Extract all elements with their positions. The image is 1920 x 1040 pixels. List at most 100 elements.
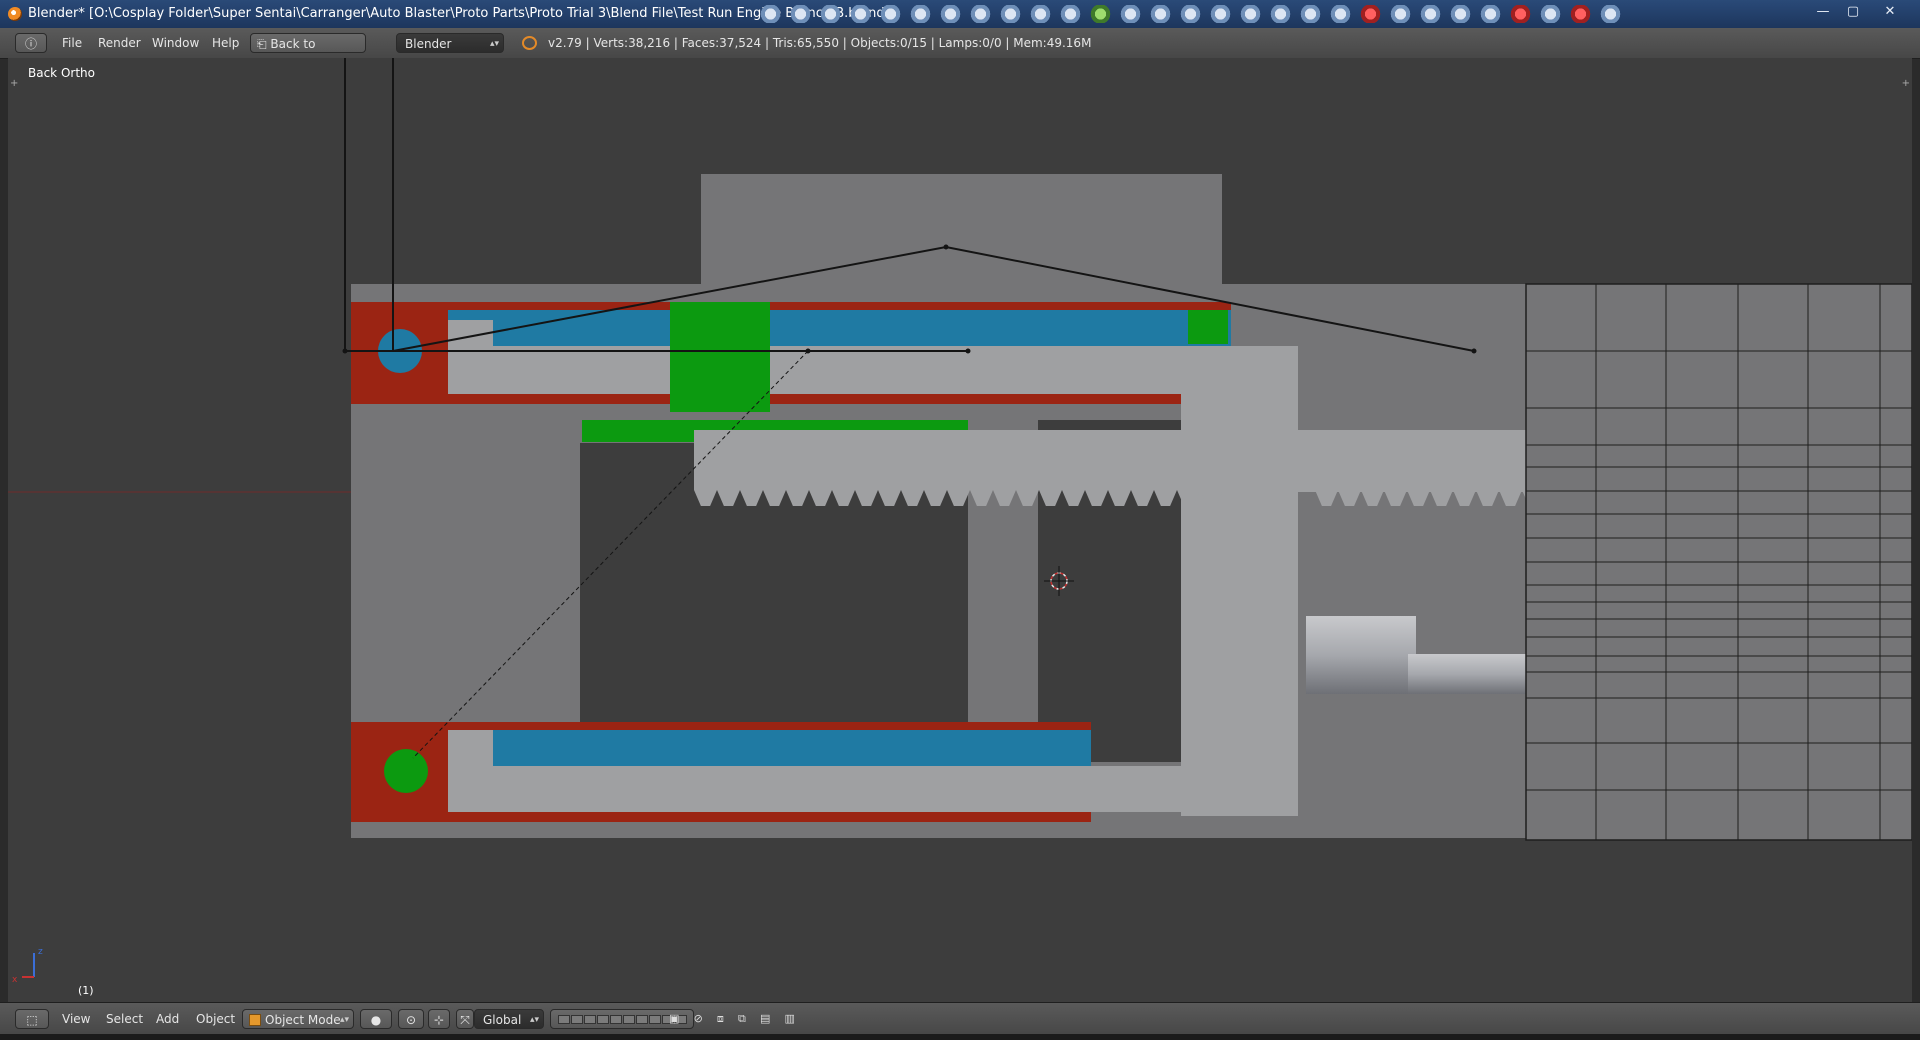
- upper-slide-plate[interactable]: [448, 346, 1298, 394]
- scene-layer-toggle[interactable]: [557, 1014, 570, 1024]
- taskbar-app-icon[interactable]: [940, 5, 961, 23]
- green-end-block[interactable]: [1188, 310, 1228, 344]
- menu-file[interactable]: File: [62, 33, 82, 53]
- taskbar-app-icon[interactable]: [760, 5, 781, 23]
- right-grid-panel[interactable]: [1525, 283, 1912, 841]
- viewport-scene[interactable]: z x: [8, 58, 1912, 1002]
- pivot-point-icon[interactable]: ⊙: [398, 1009, 424, 1029]
- taskbar-app-icon[interactable]: [910, 5, 931, 23]
- view-name-label: Back Ortho: [28, 66, 95, 80]
- 3d-viewport[interactable]: z x + + Back Ortho (1): [8, 58, 1912, 1002]
- barrel-tube[interactable]: [1408, 654, 1538, 694]
- taskbar-app-icon[interactable]: [1450, 5, 1471, 23]
- lower-slide-plate[interactable]: [448, 766, 1298, 812]
- dropdown-arrow-icon: ▴▾: [489, 39, 499, 49]
- menu-render[interactable]: Render: [98, 33, 141, 53]
- taskbar-app-icon[interactable]: [1600, 5, 1621, 23]
- transform-orientation-select[interactable]: Global ▴▾: [474, 1009, 544, 1029]
- taskbar-app-icon[interactable]: [1240, 5, 1261, 23]
- taskbar-app-icon[interactable]: [1090, 5, 1111, 23]
- taskbar-app-icon[interactable]: [1330, 5, 1351, 23]
- taskbar-app-icon[interactable]: [1360, 5, 1381, 23]
- taskbar-app-icon[interactable]: [1180, 5, 1201, 23]
- lower-blue-piston[interactable]: [493, 730, 1091, 766]
- taskbar-app-icon[interactable]: [1420, 5, 1441, 23]
- maximize-button[interactable]: ▢: [1840, 3, 1866, 21]
- scene-layer-toggle[interactable]: [635, 1014, 648, 1024]
- taskbar-app-icon[interactable]: [1390, 5, 1411, 23]
- menu-window[interactable]: Window: [152, 33, 199, 53]
- menu-help[interactable]: Help: [212, 33, 239, 53]
- taskbar-app-icon[interactable]: [1480, 5, 1501, 23]
- vertex-point[interactable]: [965, 348, 971, 354]
- menu-add[interactable]: Add: [156, 1009, 179, 1029]
- taskbar-app-icon[interactable]: [1120, 5, 1141, 23]
- scene-layer-toggle[interactable]: [648, 1014, 661, 1024]
- header-tool-icon[interactable]: ⧉: [738, 1009, 746, 1029]
- axis-z-label: z: [38, 947, 43, 957]
- interaction-mode-select[interactable]: Object Mode ▴▾: [242, 1009, 354, 1029]
- render-engine-select[interactable]: Blender Render ▴▾: [396, 33, 504, 71]
- taskbar-app-icon[interactable]: [820, 5, 841, 23]
- taskbar-app-icon[interactable]: [1300, 5, 1321, 23]
- header-tool-icon[interactable]: ▣: [669, 1009, 679, 1029]
- scene-layer-toggle[interactable]: [622, 1014, 635, 1024]
- taskbar-app-icon[interactable]: [850, 5, 871, 23]
- vertex-point[interactable]: [1471, 348, 1477, 354]
- taskbar-app-icon[interactable]: [1000, 5, 1021, 23]
- close-button[interactable]: ✕: [1870, 3, 1910, 21]
- barrel-block[interactable]: [1306, 616, 1416, 694]
- lower-piston-block[interactable]: [448, 730, 493, 766]
- green-bracket[interactable]: [670, 302, 770, 412]
- view3d-header: ⬚ View Select Add Object Object Mode ▴▾ …: [0, 1002, 1920, 1035]
- window-title-bar: Blender* [O:\Cosplay Folder\Super Sentai…: [0, 0, 1920, 29]
- taskbar-app-icon[interactable]: [970, 5, 991, 23]
- scene-layer-toggle[interactable]: [583, 1014, 596, 1024]
- header-tool-icons: ▣ ⊘ ⧈ ⧉ ▤ ▥: [662, 1009, 802, 1029]
- scene-layer-toggle[interactable]: [570, 1014, 583, 1024]
- header-tool-icon[interactable]: ⧈: [717, 1009, 724, 1029]
- taskbar-app-icon[interactable]: [1210, 5, 1231, 23]
- header-tool-icon[interactable]: ⊘: [694, 1009, 703, 1029]
- blender-logo-icon: [8, 7, 22, 21]
- header-tool-icon[interactable]: ▥: [784, 1009, 794, 1029]
- lower-red-frame[interactable]: [351, 812, 1091, 822]
- info-icon[interactable]: ⓘ: [15, 33, 47, 53]
- header-tool-icon[interactable]: ▤: [760, 1009, 770, 1029]
- vertex-point[interactable]: [805, 348, 811, 354]
- taskbar-app-icon[interactable]: [1570, 5, 1591, 23]
- dropdown-arrow-icon: ▴▾: [529, 1015, 539, 1025]
- back-to-previous-button[interactable]: ⎗ Back to Previous: [250, 33, 366, 71]
- manipulator-icon[interactable]: ⊹: [428, 1009, 450, 1029]
- taskbar-app-icon[interactable]: [1150, 5, 1171, 23]
- interaction-mode-value: Object Mode: [265, 1013, 341, 1027]
- upper-blue-piston[interactable]: [448, 310, 1231, 346]
- menu-view[interactable]: View: [62, 1009, 90, 1029]
- right-vertical-plate[interactable]: [1181, 346, 1298, 816]
- taskbar-app-icon[interactable]: [1510, 5, 1531, 23]
- transform-orientation-icon[interactable]: ⤧: [456, 1009, 474, 1029]
- menu-select[interactable]: Select: [106, 1009, 143, 1029]
- viewport-shading-icon[interactable]: ●: [360, 1009, 392, 1029]
- engine-top-block[interactable]: [701, 174, 1222, 291]
- vertex-point[interactable]: [943, 244, 949, 250]
- lower-pivot-ring[interactable]: [384, 749, 428, 793]
- taskbar-app-icon[interactable]: [1060, 5, 1081, 23]
- area-split-plus-icon[interactable]: +: [10, 78, 18, 89]
- editor-type-icon[interactable]: ⬚: [15, 1009, 49, 1029]
- gear-rack-teeth[interactable]: [694, 490, 1545, 506]
- object-cube-icon: [249, 1014, 261, 1026]
- minimize-button[interactable]: —: [1810, 3, 1836, 21]
- taskbar-app-icon[interactable]: [790, 5, 811, 23]
- taskbar-app-icon[interactable]: [880, 5, 901, 23]
- vertex-point[interactable]: [342, 348, 348, 354]
- gear-rack-extension[interactable]: [1298, 430, 1540, 492]
- menu-object[interactable]: Object: [196, 1009, 235, 1029]
- area-split-plus-icon[interactable]: +: [1902, 78, 1910, 89]
- scene-layer-toggle[interactable]: [596, 1014, 609, 1024]
- footer-strip: [0, 1034, 1920, 1040]
- taskbar-app-icon[interactable]: [1030, 5, 1051, 23]
- taskbar-app-icon[interactable]: [1270, 5, 1291, 23]
- taskbar-app-icon[interactable]: [1540, 5, 1561, 23]
- scene-layer-toggle[interactable]: [609, 1014, 622, 1024]
